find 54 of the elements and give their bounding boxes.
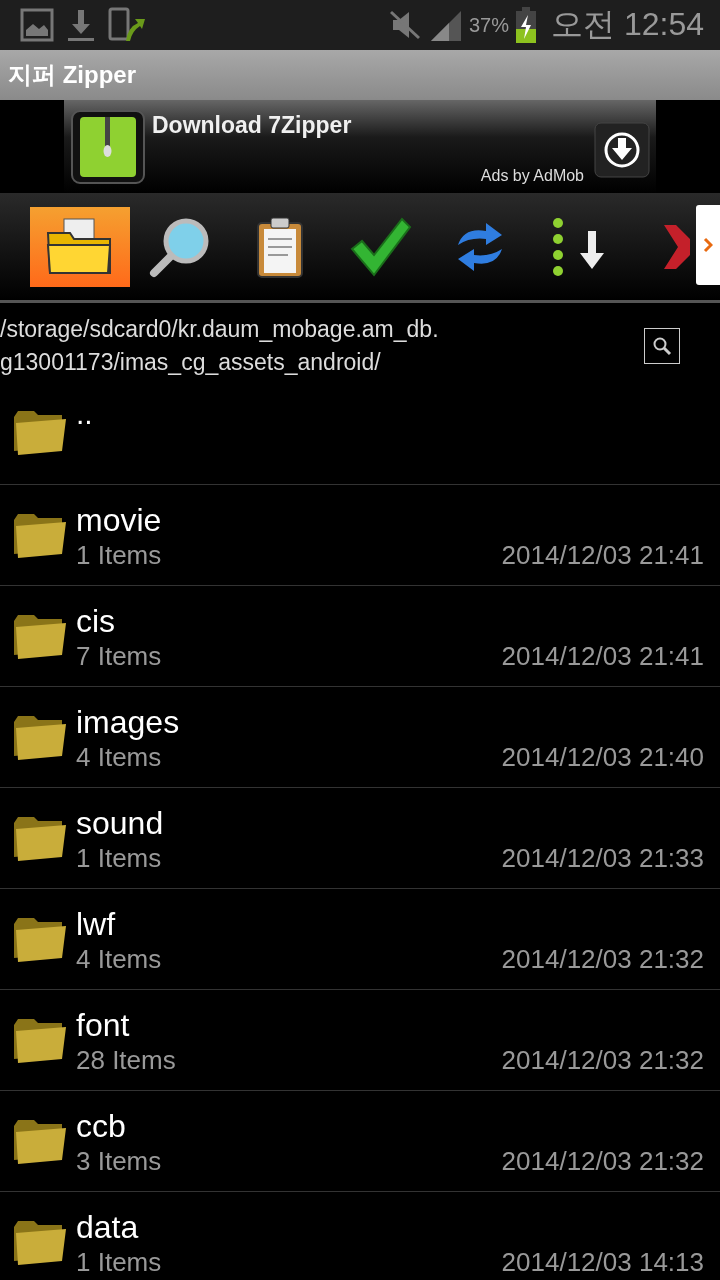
folder-name: ..: [76, 397, 93, 431]
toolbar-button[interactable]: [30, 206, 130, 287]
folder-name: sound: [76, 803, 165, 843]
modified-date: 2014/12/03 21:40: [501, 741, 704, 773]
search-icon: [652, 336, 672, 356]
modified-date: 2014/12/03 21:33: [501, 842, 704, 874]
folder-row[interactable]: sound 1 Items 2014/12/03 21:33: [0, 788, 720, 889]
folder-row[interactable]: data 1 Items 2014/12/03 14:13: [0, 1192, 720, 1280]
folder-row[interactable]: lwf 4 Items 2014/12/03 21:32: [0, 889, 720, 990]
ad-title: Download 7Zipper: [152, 112, 352, 139]
battery-charging-icon: [515, 7, 538, 43]
mute-icon: [389, 10, 423, 40]
item-count: 1 Items: [76, 1246, 162, 1278]
folder-row[interactable]: cis 7 Items 2014/12/03 21:41: [0, 586, 720, 687]
app-title: 지퍼 Zipper: [8, 60, 136, 90]
zip-app-icon: [70, 108, 146, 185]
folder-row[interactable]: font 28 Items 2014/12/03 21:32: [0, 990, 720, 1091]
folder-row[interactable]: ccb 3 Items 2014/12/03 21:32: [0, 1091, 720, 1192]
parent-folder-row[interactable]: ..: [0, 385, 720, 485]
battery-percent: 37%: [469, 13, 510, 37]
clock-time: 오전 12:54: [551, 5, 704, 44]
folder-name: ccb: [76, 1106, 127, 1146]
search-button[interactable]: [644, 328, 680, 364]
item-count: 4 Items: [76, 741, 162, 773]
modified-date: 2014/12/03 21:41: [501, 539, 704, 571]
modified-date: 2014/12/03 21:41: [501, 640, 704, 672]
modified-date: 2014/12/03 14:13: [501, 1246, 704, 1278]
modified-date: 2014/12/03 21:32: [501, 943, 704, 975]
item-count: 3 Items: [76, 1145, 162, 1177]
modified-date: 2014/12/03 21:32: [501, 1145, 704, 1177]
modified-date: 2014/12/03 21:32: [501, 1044, 704, 1076]
folder-documents-icon: [46, 216, 114, 277]
current-path: /storage/sdcard0/kr.daum_mobage.am_db. g13001173/imas_cg_assets_android/: [0, 315, 439, 377]
clipboard-icon: [255, 214, 305, 279]
item-count: 1 Items: [76, 842, 162, 874]
item-count: 28 Items: [76, 1044, 176, 1076]
download-button-icon[interactable]: [594, 122, 650, 178]
folder-row[interactable]: images 4 Items 2014/12/03 21:40: [0, 687, 720, 788]
item-count: 1 Items: [76, 539, 162, 571]
folder-name: data: [76, 1207, 140, 1247]
folder-name: font: [76, 1005, 131, 1045]
folder-name: images: [76, 702, 181, 742]
folder-name: cis: [76, 601, 117, 641]
folder-name: lwf: [76, 904, 117, 944]
folder-name: movie: [76, 500, 163, 540]
item-count: 7 Items: [76, 640, 162, 672]
download-icon: [66, 8, 96, 42]
picture-icon: [20, 8, 54, 42]
folder-row[interactable]: movie 1 Items 2014/12/03 21:41: [0, 485, 720, 586]
signal-icon: [429, 9, 463, 41]
chevron-right-icon: [703, 237, 713, 253]
phone-upload-icon: [108, 7, 146, 43]
item-count: 4 Items: [76, 943, 162, 975]
ad-credit: Ads by AdMob: [480, 167, 584, 185]
